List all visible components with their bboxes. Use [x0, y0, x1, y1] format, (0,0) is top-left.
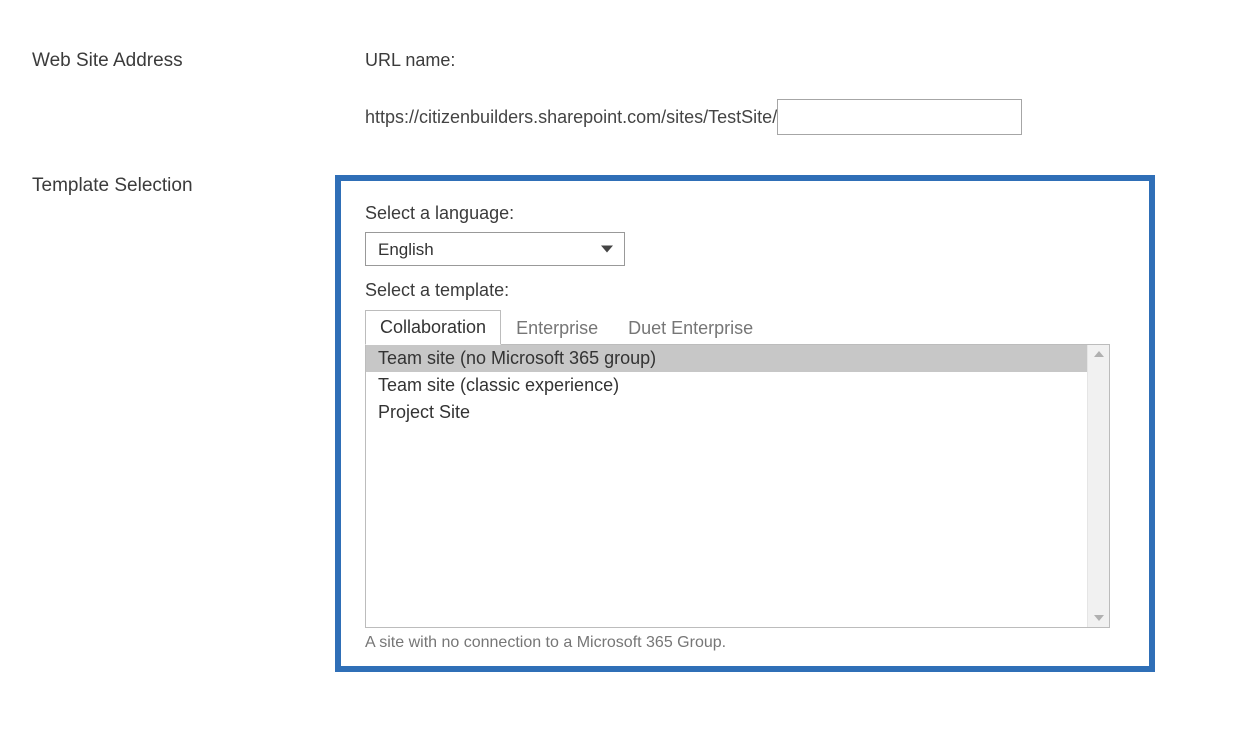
web-site-address-heading: Web Site Address: [0, 50, 335, 72]
listbox-scrollbar[interactable]: [1087, 345, 1109, 627]
web-site-address-content: URL name: https://citizenbuilders.sharep…: [335, 50, 1250, 135]
select-template-label: Select a template:: [365, 280, 1125, 301]
tab-collaboration[interactable]: Collaboration: [365, 310, 501, 345]
select-language-label: Select a language:: [365, 203, 1125, 224]
url-name-input[interactable]: [777, 99, 1022, 135]
list-item[interactable]: Team site (classic experience): [366, 372, 1087, 399]
url-name-label: URL name:: [365, 50, 1250, 71]
scroll-down-icon[interactable]: [1094, 615, 1104, 621]
template-selection-highlight: Select a language: English Select a temp…: [335, 175, 1155, 672]
tab-enterprise[interactable]: Enterprise: [501, 311, 613, 345]
language-select-wrap: English: [365, 232, 625, 266]
url-input-row: https://citizenbuilders.sharepoint.com/s…: [335, 79, 1250, 135]
scroll-up-icon[interactable]: [1094, 351, 1104, 357]
template-selection-content: Select a language: English Select a temp…: [335, 175, 1250, 672]
template-selection-section: Template Selection Select a language: En…: [0, 135, 1250, 672]
list-item[interactable]: Project Site: [366, 399, 1087, 426]
template-tabs: Collaboration Enterprise Duet Enterprise: [365, 309, 1125, 344]
template-selection-heading: Template Selection: [0, 175, 335, 197]
web-site-address-section: Web Site Address URL name: https://citiz…: [0, 0, 1250, 135]
template-listbox[interactable]: Team site (no Microsoft 365 group) Team …: [366, 345, 1087, 627]
url-prefix-text: https://citizenbuilders.sharepoint.com/s…: [365, 107, 777, 128]
list-item[interactable]: Team site (no Microsoft 365 group): [366, 345, 1087, 372]
template-listbox-wrap: Team site (no Microsoft 365 group) Team …: [365, 344, 1110, 628]
tab-duet-enterprise[interactable]: Duet Enterprise: [613, 311, 768, 345]
template-description: A site with no connection to a Microsoft…: [365, 628, 1125, 652]
language-select[interactable]: English: [365, 232, 625, 266]
